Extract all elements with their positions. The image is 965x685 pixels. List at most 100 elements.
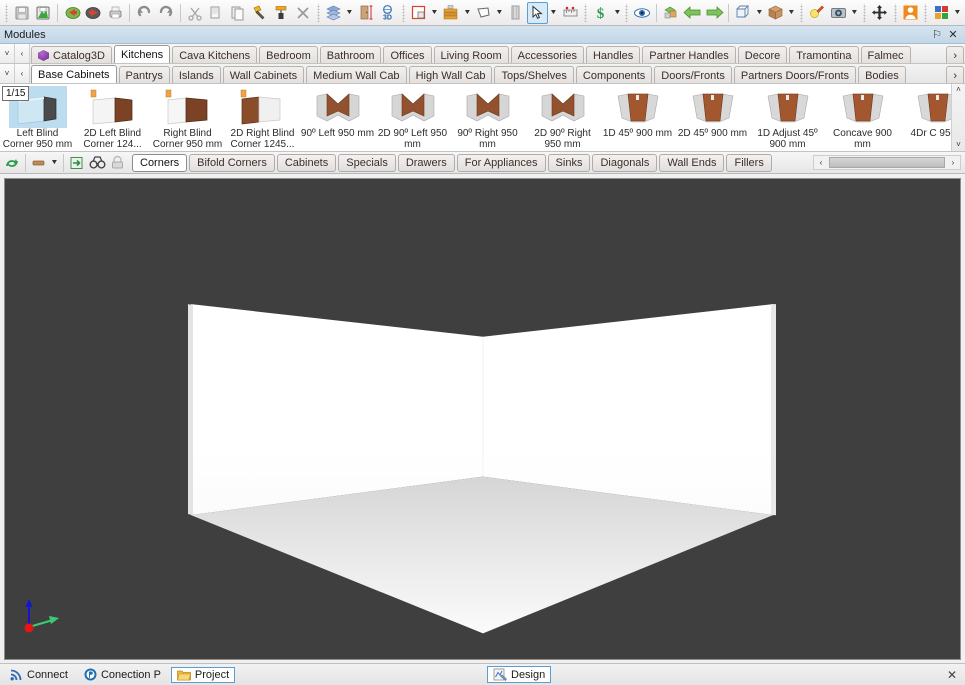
catalog-item[interactable]: 90º Left 950 mm: [300, 84, 375, 151]
toolbar-grip[interactable]: [892, 3, 898, 22]
toolbar-grip[interactable]: [799, 3, 805, 22]
room-plan-icon[interactable]: [408, 2, 430, 24]
filter-tab-for-appliances[interactable]: For Appliances: [456, 153, 546, 172]
eye-visibility-icon[interactable]: [631, 2, 653, 24]
subcategory-tab-medium-wall-cab[interactable]: Medium Wall Cab: [306, 66, 407, 83]
replace-icon[interactable]: [2, 153, 22, 172]
subcategory-tab-high-wall-cab[interactable]: High Wall Cab: [408, 66, 493, 83]
delete-icon[interactable]: [292, 2, 314, 24]
category-tabs-dropdown-button[interactable]: ˅: [0, 44, 15, 63]
statusbar-item-design[interactable]: Design: [487, 666, 552, 683]
category-tabs-next-button[interactable]: ›: [946, 46, 964, 63]
select-tool-dropdown-arrow[interactable]: [548, 2, 559, 24]
statusbar-item-project[interactable]: Project: [170, 666, 236, 683]
category-tab-handles[interactable]: Handles: [585, 46, 641, 63]
toolbar-grip[interactable]: [862, 3, 868, 22]
filter-tab-cabinets[interactable]: Cabinets: [276, 153, 337, 172]
category-tab-accessories[interactable]: Accessories: [510, 46, 584, 63]
ceiling-dropdown-arrow[interactable]: [494, 2, 505, 24]
camera-dropdown-arrow[interactable]: [849, 2, 860, 24]
toolbar-grip[interactable]: [923, 3, 929, 22]
ceiling-icon[interactable]: [473, 2, 495, 24]
price-dropdown-arrow[interactable]: [612, 2, 623, 24]
user-icon[interactable]: [900, 2, 922, 24]
filter-tab-corners[interactable]: Corners: [132, 153, 188, 172]
save-icon[interactable]: [11, 2, 33, 24]
catalog-item[interactable]: 1D Adjust 45º 900 mm: [750, 84, 825, 151]
subcategory-tabs-next-button[interactable]: ›: [946, 66, 964, 83]
hammer-icon[interactable]: [249, 2, 271, 24]
swatch-dropdown-arrow[interactable]: [49, 152, 60, 174]
statusbar-item-connect[interactable]: Connect: [4, 666, 74, 683]
import-icon[interactable]: [61, 2, 83, 24]
3d-viewport[interactable]: [4, 178, 961, 660]
filter-tab-sinks[interactable]: Sinks: [547, 153, 591, 172]
dimension-icon[interactable]: [355, 2, 377, 24]
category-tabs-prev-button[interactable]: ‹: [15, 44, 30, 63]
layers-dropdown-arrow[interactable]: [344, 2, 355, 24]
insert-icon[interactable]: [67, 153, 87, 172]
toolbar-grip[interactable]: [582, 3, 588, 22]
print-icon[interactable]: [105, 2, 127, 24]
catalog-item[interactable]: 2D 90º Right 950 mm: [525, 84, 600, 151]
price-icon[interactable]: $: [590, 2, 612, 24]
catalog-item[interactable]: Right Blind Corner 950 mm: [150, 84, 225, 151]
package-icon[interactable]: [765, 2, 787, 24]
filter-tab-bifold-corners[interactable]: Bifold Corners: [189, 153, 275, 172]
save-green-icon[interactable]: [33, 2, 55, 24]
subcategory-tab-tops-shelves[interactable]: Tops/Shelves: [494, 66, 574, 83]
catalog-item[interactable]: 2D Right Blind Corner 1245...: [225, 84, 300, 151]
filter-tab-specials[interactable]: Specials: [338, 153, 396, 172]
catalog-item[interactable]: 2D 90º Left 950 mm: [375, 84, 450, 151]
subcategory-tab-wall-cabinets[interactable]: Wall Cabinets: [222, 66, 305, 83]
catalog-item[interactable]: Left Blind Corner 950 mm 1/15: [0, 84, 75, 151]
report-dropdown-arrow[interactable]: [952, 2, 963, 24]
subcategory-tab-base-cabinets[interactable]: Base Cabinets: [31, 65, 117, 83]
subcategory-tab-islands[interactable]: Islands: [171, 66, 221, 83]
catalog-item[interactable]: 90º Right 950 mm: [450, 84, 525, 151]
close-icon[interactable]: ✕: [945, 28, 961, 41]
filter-tab-diagonals[interactable]: Diagonals: [592, 153, 658, 172]
column-icon[interactable]: [505, 2, 527, 24]
category-tab-living-room[interactable]: Living Room: [433, 46, 509, 63]
catalog3d-root-tab[interactable]: Catalog3D: [31, 46, 112, 63]
group-objects-icon[interactable]: [660, 2, 682, 24]
layers-icon[interactable]: [323, 2, 345, 24]
category-tab-kitchens[interactable]: Kitchens: [113, 45, 171, 63]
toolbar-grip[interactable]: [624, 3, 630, 22]
catalog-scrollbar[interactable]: ˄ ˅: [951, 84, 965, 151]
category-tab-bedroom[interactable]: Bedroom: [259, 46, 318, 63]
cut-icon[interactable]: [184, 2, 206, 24]
camera-icon[interactable]: [828, 2, 850, 24]
light-bulb-icon[interactable]: [806, 2, 828, 24]
export-icon[interactable]: [83, 2, 105, 24]
report-chart-icon[interactable]: [930, 2, 952, 24]
binoculars-icon[interactable]: [87, 153, 107, 172]
select-tool-icon[interactable]: [526, 1, 549, 24]
room-plan-dropdown-arrow[interactable]: [429, 2, 440, 24]
filter-tab-wall-ends[interactable]: Wall Ends: [659, 153, 725, 172]
undo-icon[interactable]: [133, 2, 155, 24]
toolbar-grip[interactable]: [4, 3, 9, 22]
subcategory-tab-bodies[interactable]: Bodies: [858, 66, 906, 83]
measure-icon[interactable]: [559, 2, 581, 24]
catalog-scroll-up-icon[interactable]: ˄: [956, 84, 961, 96]
filter-horizontal-scrollbar[interactable]: ‹ ›: [813, 155, 961, 170]
catalog-item[interactable]: 2D Left Blind Corner 124...: [75, 84, 150, 151]
filter-scroll-left-icon[interactable]: ‹: [814, 158, 828, 167]
statusbar-item-conection-p[interactable]: Conection P: [78, 666, 167, 683]
statusbar-close-icon[interactable]: ✕: [947, 668, 957, 682]
subcategory-tab-doors-fronts[interactable]: Doors/Fronts: [654, 66, 732, 83]
next-arrow-icon[interactable]: [703, 2, 725, 24]
pin-icon[interactable]: ⚐: [929, 28, 945, 41]
subcategory-tabs-prev-button[interactable]: ‹: [15, 64, 30, 83]
filter-scroll-thumb[interactable]: [829, 157, 945, 168]
bounding-box-icon[interactable]: [732, 2, 754, 24]
category-tab-partner-handles[interactable]: Partner Handles: [642, 46, 736, 63]
filter-tab-fillers[interactable]: Fillers: [726, 153, 772, 172]
lock-icon[interactable]: [107, 153, 127, 172]
toolbar-grip[interactable]: [400, 3, 406, 22]
wall-dropdown-arrow[interactable]: [462, 2, 473, 24]
previous-arrow-icon[interactable]: [682, 2, 704, 24]
redo-icon[interactable]: [155, 2, 177, 24]
